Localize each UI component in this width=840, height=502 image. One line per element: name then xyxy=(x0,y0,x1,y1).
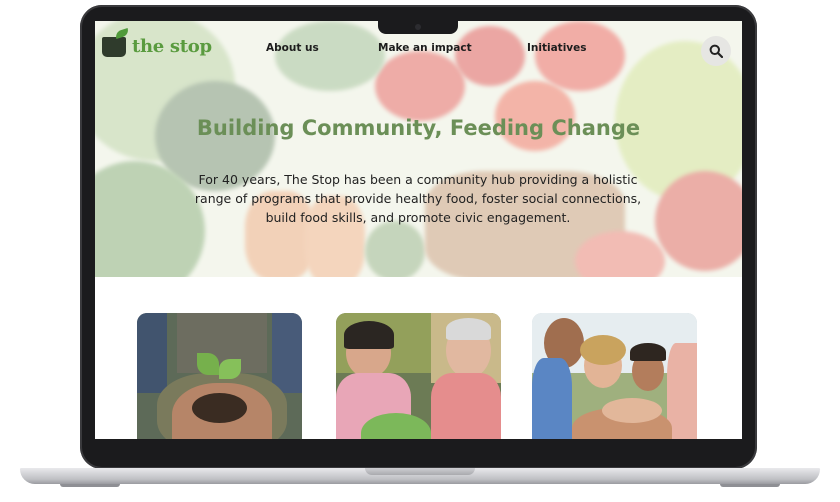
browser-screen: the stop About us Make an impact Initiat… xyxy=(95,21,742,439)
hero-description: For 40 years, The Stop has been a commun… xyxy=(194,171,642,225)
search-button[interactable] xyxy=(701,36,731,66)
camera-icon xyxy=(415,24,421,30)
laptop-foot-right xyxy=(720,484,780,487)
nav-make-an-impact[interactable]: Make an impact xyxy=(378,42,472,54)
laptop-base xyxy=(20,468,820,484)
brand-name: the stop xyxy=(132,36,212,57)
card-team-hands-image[interactable] xyxy=(532,313,697,439)
card-shared-meal-image[interactable] xyxy=(336,313,501,439)
card-seedling-image[interactable] xyxy=(137,313,302,439)
laptop-foot-left xyxy=(60,484,120,487)
brand-logo[interactable]: the stop xyxy=(102,27,222,61)
nav-about-us[interactable]: About us xyxy=(266,42,319,54)
search-icon xyxy=(709,44,723,58)
pot-with-leaf-icon xyxy=(102,37,126,57)
camera-notch xyxy=(378,21,458,34)
hero-title: Building Community, Feeding Change xyxy=(196,116,641,141)
laptop-groove xyxy=(365,468,475,475)
nav-initiatives[interactable]: Initiatives xyxy=(527,42,587,54)
